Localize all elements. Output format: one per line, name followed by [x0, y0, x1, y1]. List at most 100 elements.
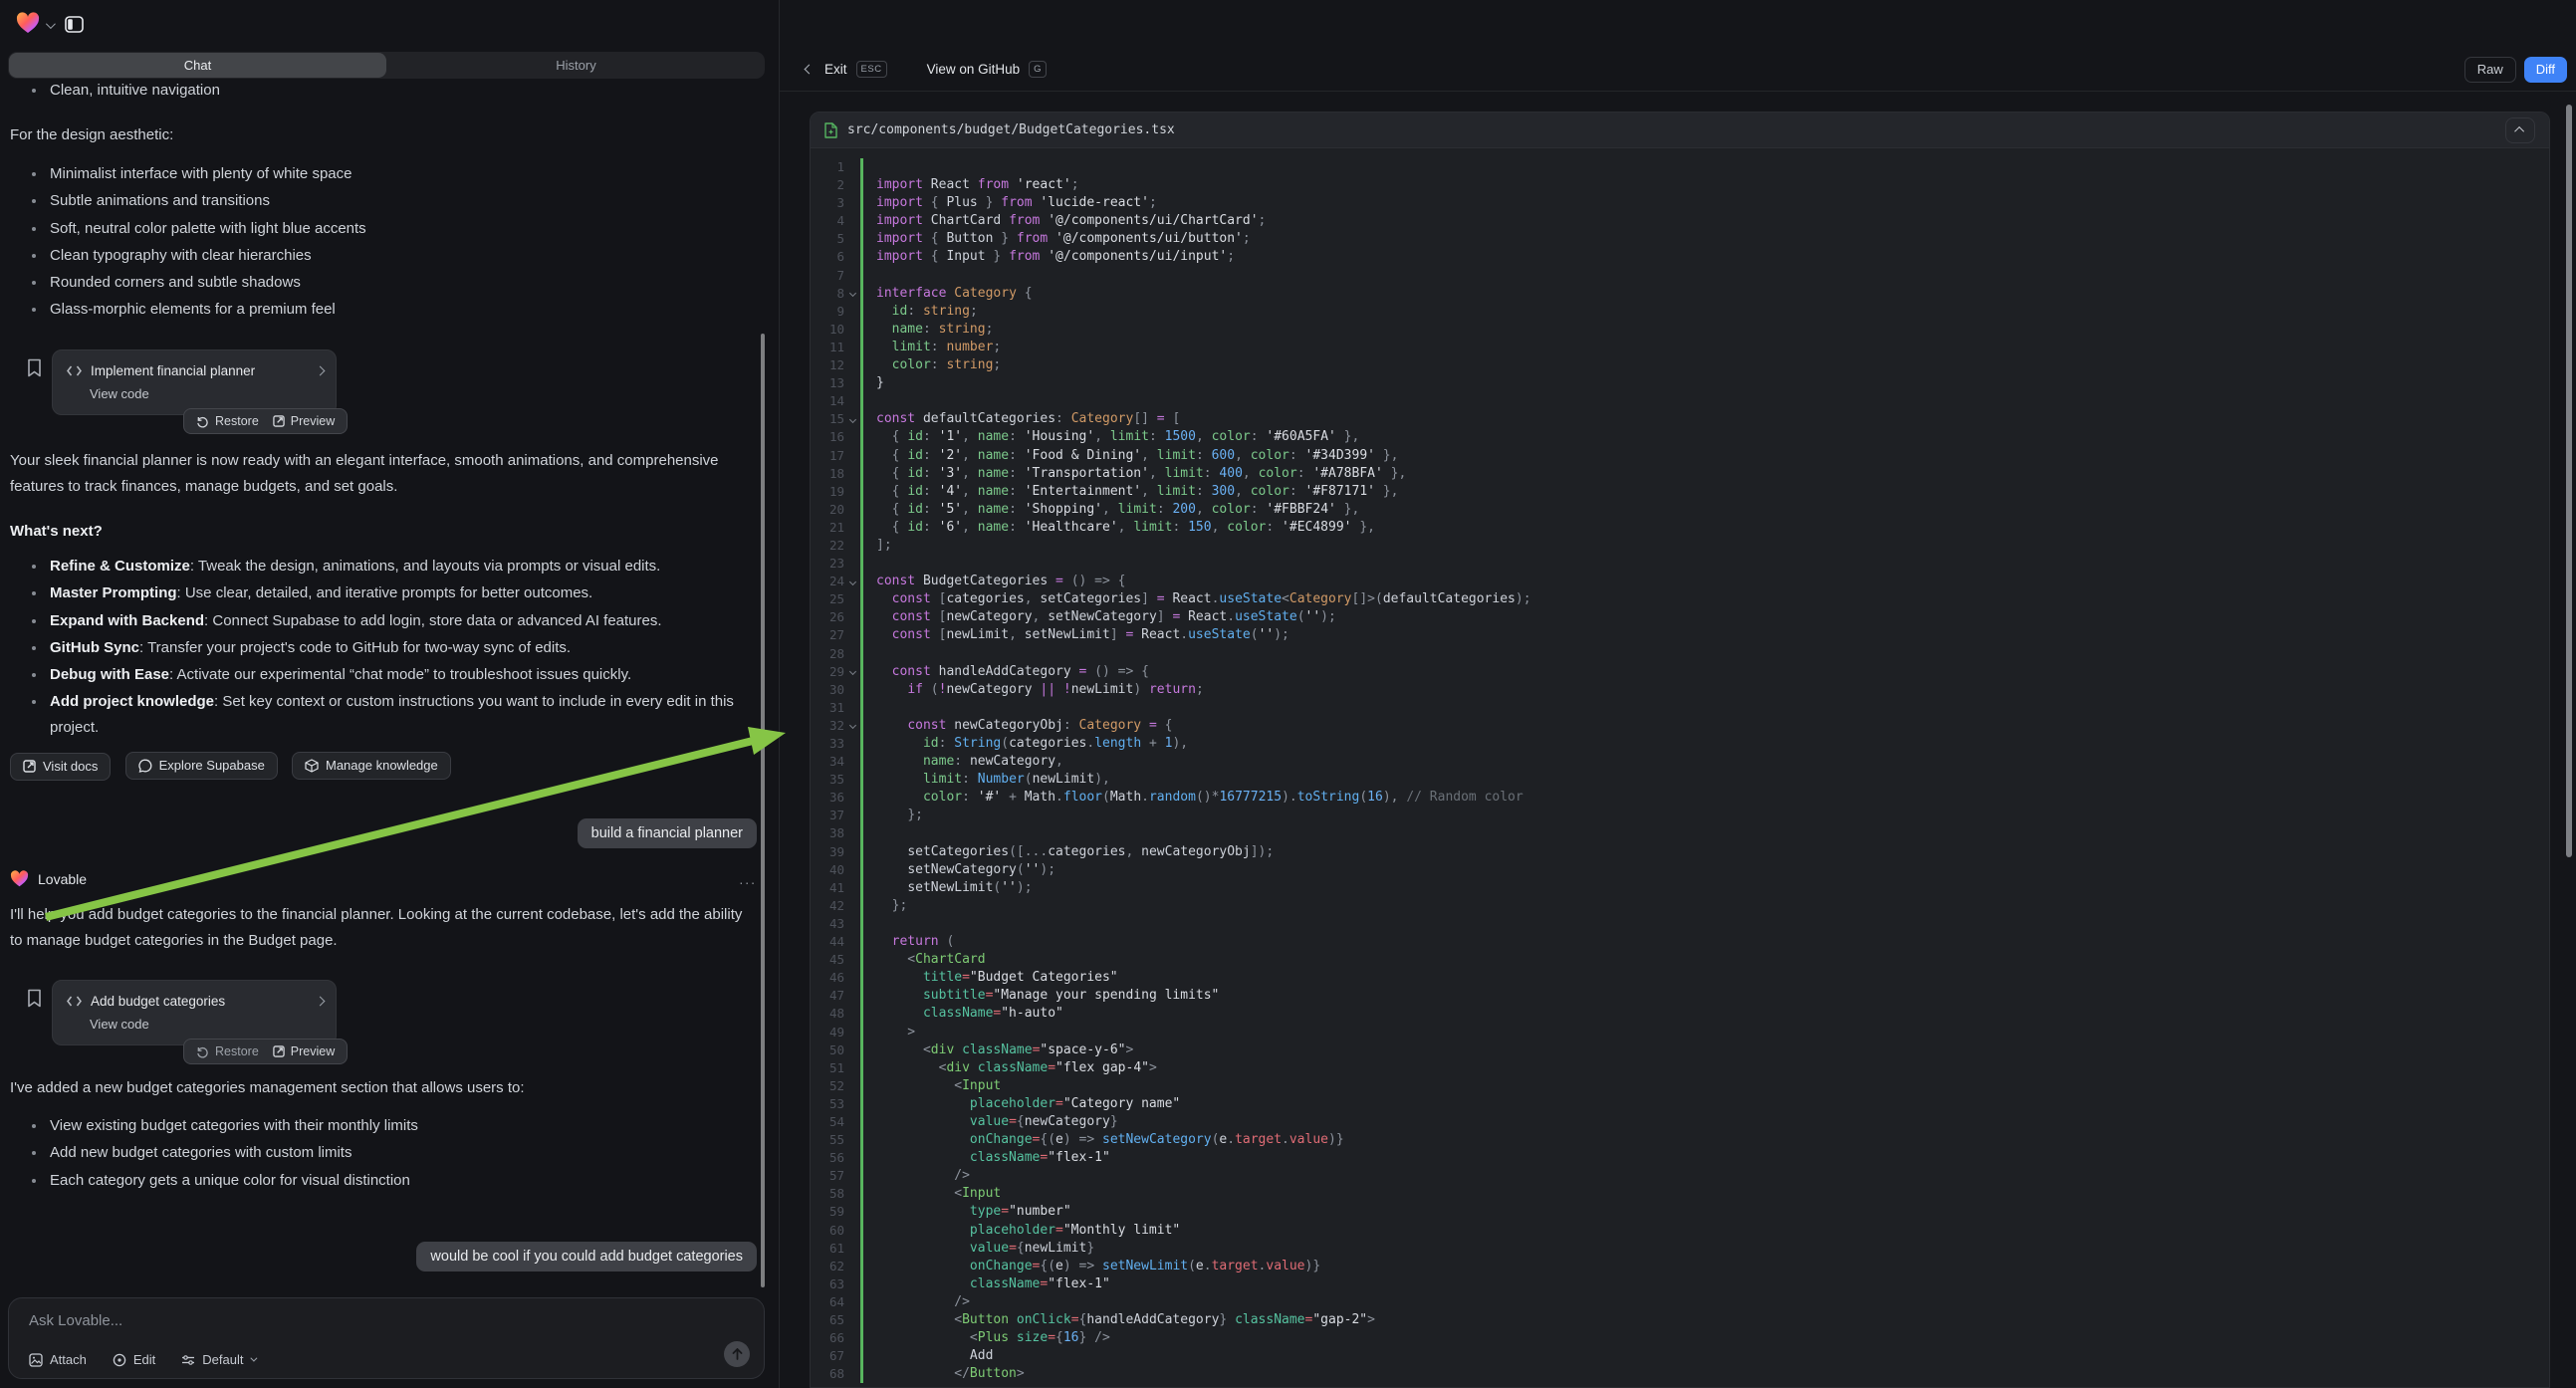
mode-select[interactable]: Default: [181, 1352, 255, 1367]
external-link-icon: [23, 760, 36, 773]
line-number: 30: [811, 681, 844, 699]
file-added-icon: [824, 122, 837, 138]
list-item: Debug with Ease: Activate our experiment…: [10, 662, 762, 689]
line-number: 41: [811, 879, 844, 897]
line-number: 12: [811, 356, 844, 374]
code-viewer-toolbar: Exit ESC View on GitHub G Raw Diff: [780, 48, 2576, 92]
edit-card-chevron-icon: [316, 996, 326, 1006]
tab-history[interactable]: History: [387, 52, 765, 79]
fold-chevron-icon[interactable]: [848, 722, 855, 729]
line-number: 37: [811, 807, 844, 824]
whats-next-list: Refine & Customize: Tweak the design, an…: [10, 554, 762, 717]
restore-button[interactable]: Restore: [196, 1044, 259, 1058]
list-item: GitHub Sync: Transfer your project's cod…: [10, 635, 762, 662]
visit-docs-button[interactable]: Visit docs: [10, 753, 111, 781]
fold-chevron-icon[interactable]: [848, 416, 855, 423]
edit-mode-button[interactable]: Edit: [113, 1352, 155, 1367]
chat-input[interactable]: [29, 1312, 626, 1329]
list-item: View existing budget categories with the…: [10, 1113, 762, 1140]
line-number: 7: [811, 267, 844, 285]
code-scrollbar[interactable]: [2566, 105, 2572, 857]
list-item: Subtle animations and transitions: [10, 188, 762, 215]
code-editor[interactable]: 12import React from 'react';3import { Pl…: [811, 148, 2549, 1383]
code-line: 22];: [811, 537, 2549, 555]
restore-preview-pill: Restore Preview: [183, 1039, 348, 1064]
external-link-icon: [273, 415, 285, 427]
list-item: Rounded corners and subtle shadows: [10, 270, 762, 297]
external-link-icon: [273, 1045, 285, 1057]
fold-chevron-icon[interactable]: [848, 578, 855, 585]
code-line: 26 const [newCategory, setNewCategory] =…: [811, 608, 2549, 626]
code-line: 10 name: string;: [811, 321, 2549, 339]
line-number: 62: [811, 1258, 844, 1275]
diff-toggle-button[interactable]: Diff: [2524, 57, 2567, 83]
restore-button[interactable]: Restore: [196, 414, 259, 428]
sliders-icon: [181, 1354, 195, 1366]
raw-toggle-button[interactable]: Raw: [2464, 57, 2516, 83]
code-line: 45 <ChartCard: [811, 951, 2549, 969]
restore-icon: [196, 1045, 209, 1058]
edit-card-add-budget-categories[interactable]: Add budget categories View code Restore: [52, 980, 337, 1045]
code-line: 23: [811, 555, 2549, 573]
code-line: 67 Add: [811, 1347, 2549, 1365]
file-header[interactable]: src/components/budget/BudgetCategories.t…: [811, 113, 2549, 148]
list-item: Add new budget categories with custom li…: [10, 1140, 762, 1167]
line-number: 57: [811, 1167, 844, 1185]
edit-card-title: Implement financial planner: [91, 363, 308, 378]
view-code-link[interactable]: View code: [53, 384, 336, 401]
line-number: 10: [811, 321, 844, 339]
preview-button[interactable]: Preview: [273, 414, 335, 428]
whats-next-heading: What's next?: [10, 519, 103, 545]
line-number: 28: [811, 645, 844, 663]
edit-card-implement-financial-planner[interactable]: Implement financial planner View code Re…: [52, 349, 337, 415]
fold-chevron-icon[interactable]: [848, 290, 855, 297]
chat-history-tabs: Chat History: [8, 52, 765, 79]
code-line: 4import ChartCard from '@/components/ui/…: [811, 212, 2549, 230]
code-line: 64 />: [811, 1293, 2549, 1311]
line-number: 9: [811, 303, 844, 321]
code-line: 31: [811, 699, 2549, 717]
code-line: 57 />: [811, 1167, 2549, 1185]
edit-card-chevron-icon: [316, 365, 326, 375]
line-number: 63: [811, 1275, 844, 1293]
code-line: 58 <Input: [811, 1185, 2549, 1203]
list-item: Refine & Customize: Tweak the design, an…: [10, 554, 762, 580]
send-button[interactable]: [724, 1341, 750, 1367]
code-line: 63 className="flex-1": [811, 1275, 2549, 1293]
code-line: 40 setNewCategory('');: [811, 861, 2549, 879]
explore-supabase-button[interactable]: Explore Supabase: [125, 752, 278, 780]
collapse-file-button[interactable]: [2505, 117, 2535, 143]
bookmark-icon[interactable]: [27, 358, 42, 377]
code-line: 49 >: [811, 1024, 2549, 1041]
message-options-button[interactable]: ...: [739, 871, 757, 887]
fold-chevron-icon[interactable]: [848, 668, 855, 675]
code-line: 5import { Button } from '@/components/ui…: [811, 230, 2549, 248]
line-number: 18: [811, 465, 844, 483]
assistant-name: Lovable: [38, 871, 87, 887]
exit-button[interactable]: Exit: [824, 62, 847, 77]
code-viewer-panel: Exit ESC View on GitHub G Raw Diff src/c…: [779, 0, 2576, 1388]
line-number: 38: [811, 824, 844, 842]
line-number: 5: [811, 230, 844, 248]
attach-button[interactable]: Attach: [29, 1352, 87, 1367]
line-number: 31: [811, 699, 844, 717]
view-on-github-button[interactable]: View on GitHub: [927, 62, 1021, 77]
code-line: 34 name: newCategory,: [811, 753, 2549, 771]
code-line: 65 <Button onClick={handleAddCategory} c…: [811, 1311, 2549, 1329]
preview-button[interactable]: Preview: [273, 1044, 335, 1058]
tab-chat[interactable]: Chat: [9, 53, 386, 78]
line-number: 36: [811, 789, 844, 807]
code-line: 15const defaultCategories: Category[] = …: [811, 410, 2549, 428]
code-line: 24const BudgetCategories = () => {: [811, 573, 2549, 590]
view-code-link[interactable]: View code: [53, 1015, 336, 1032]
bookmark-icon[interactable]: [27, 989, 42, 1008]
code-line: 18 { id: '3', name: 'Transportation', li…: [811, 465, 2549, 483]
assistant-header: Lovable ...: [10, 870, 757, 887]
design-bullets-list: Minimalist interface with plenty of whit…: [10, 161, 762, 325]
list-item: Soft, neutral color palette with light b…: [10, 216, 762, 243]
chat-scrollbar[interactable]: [761, 334, 765, 1287]
manage-knowledge-button[interactable]: Manage knowledge: [292, 752, 451, 780]
back-chevron-icon[interactable]: [805, 65, 815, 75]
code-line: 12 color: string;: [811, 356, 2549, 374]
code-line: 54 value={newCategory}: [811, 1113, 2549, 1131]
